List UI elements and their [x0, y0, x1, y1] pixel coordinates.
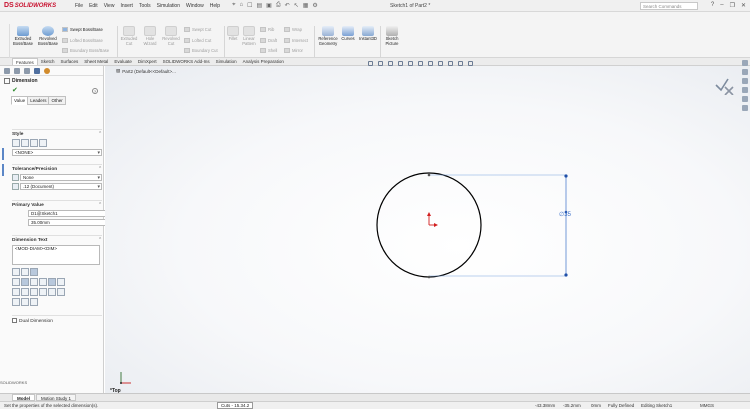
status-x-coordinate: -43.38mm — [535, 403, 556, 408]
solidworks-version-label: SOLIDWORKS — [0, 380, 28, 385]
tab-model[interactable]: Model — [12, 394, 35, 401]
status-message: Set the properties of the selected dimen… — [4, 403, 99, 408]
dimension-arrow-top — [564, 174, 568, 178]
circle-quadrant-top — [427, 173, 431, 177]
status-y-coordinate: -35.2mm — [563, 403, 581, 408]
dimension-tooltip: Cuts - 15.34.2 — [217, 402, 254, 409]
status-units[interactable]: MMGS — [700, 403, 714, 408]
circle-quadrant-bottom — [427, 275, 431, 279]
status-bar: Set the properties of the selected dimen… — [0, 401, 750, 409]
bottom-tabs: Model Motion Study 1 — [0, 393, 750, 401]
sketch-canvas: ∅35 — [120, 172, 572, 384]
triad-origin — [120, 382, 122, 384]
origin-arrowhead-y — [427, 212, 431, 216]
origin-arrowhead-x — [434, 223, 438, 227]
status-defined: Fully Defined — [608, 403, 635, 408]
dimension-arrow-bottom — [564, 273, 568, 277]
dimension-label: ∅35 — [559, 211, 572, 218]
status-editing[interactable]: Editing Sketch1 — [641, 403, 672, 408]
status-z-coordinate: 0mm — [591, 403, 601, 408]
tab-motion-study[interactable]: Motion Study 1 — [36, 394, 77, 401]
